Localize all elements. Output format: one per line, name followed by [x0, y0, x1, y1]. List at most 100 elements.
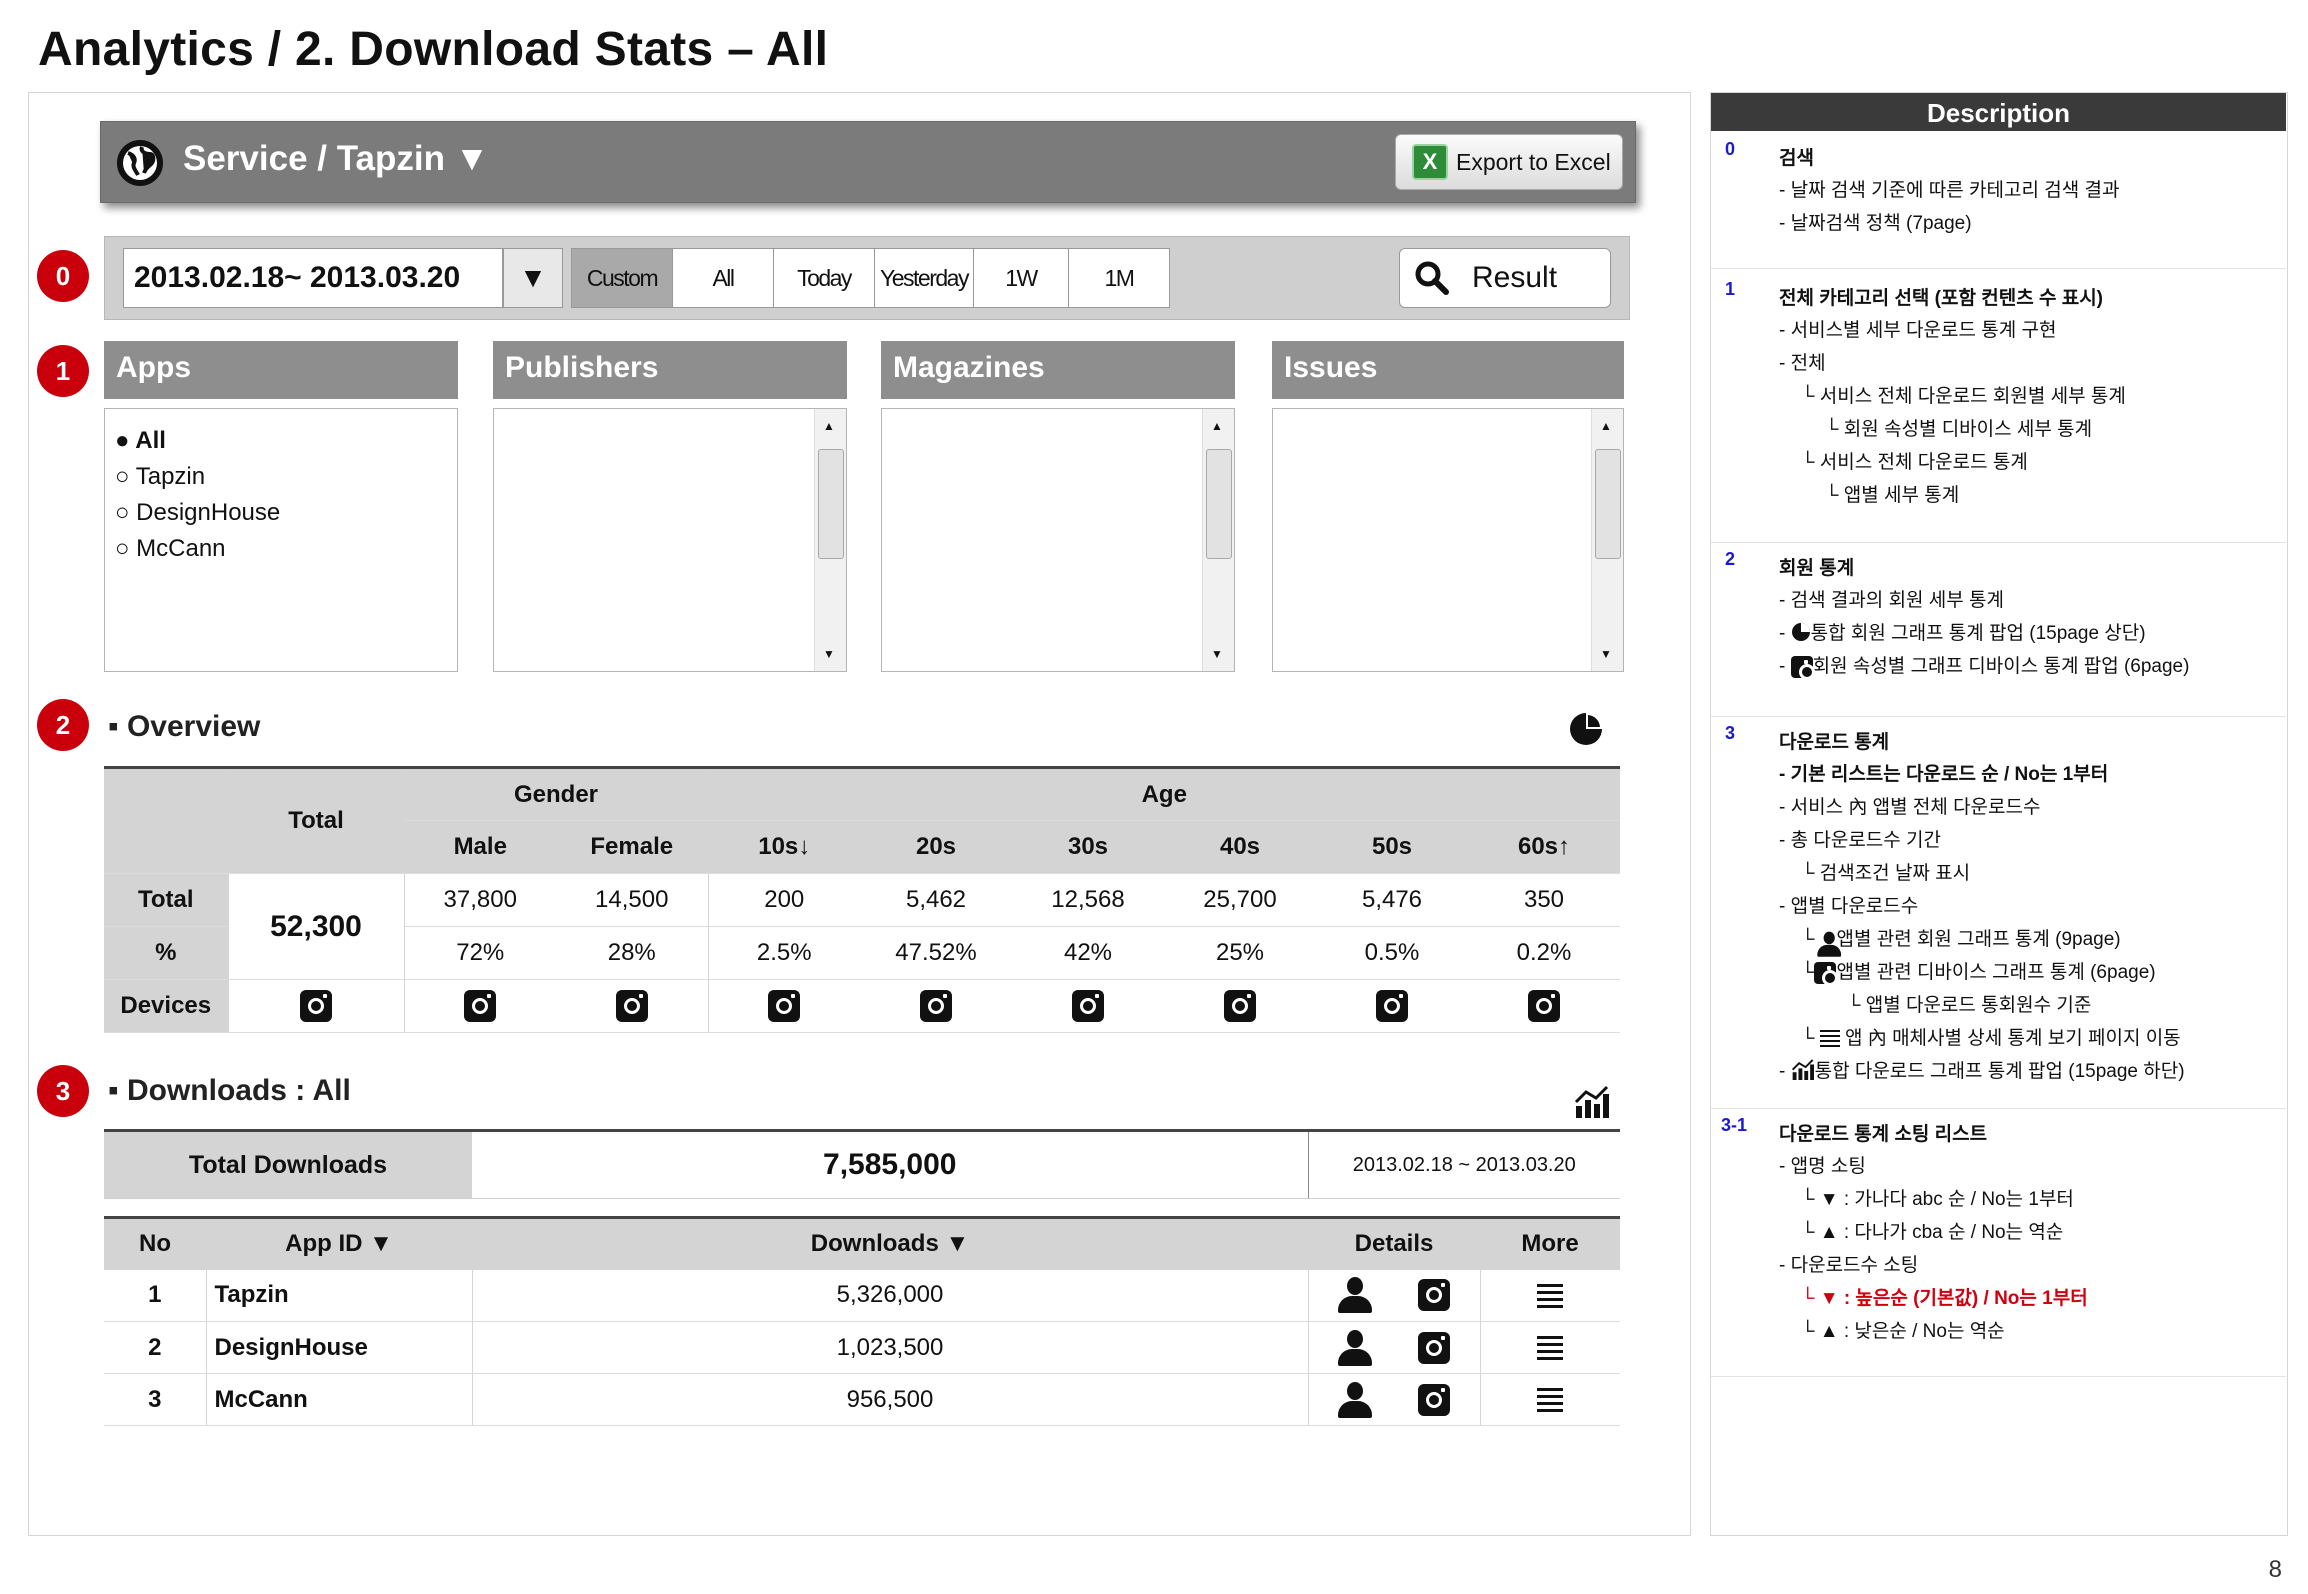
apps-option-tapzin[interactable]: ○ Tapzin	[105, 459, 457, 495]
header-20s[interactable]: 20s	[860, 820, 1012, 874]
camera-icon[interactable]	[1072, 990, 1104, 1022]
table-row: 2 DesignHouse 1,023,500	[104, 1321, 1620, 1374]
camera-icon[interactable]	[1376, 990, 1408, 1022]
desc-title: 다운로드 통계 소팅 리스트	[1779, 1124, 1988, 1145]
desc-line: - 앱별 다운로드수	[1779, 896, 1919, 917]
badge-3: 3	[37, 1065, 89, 1117]
search-icon	[1415, 261, 1449, 295]
header-30s[interactable]: 30s	[1012, 820, 1164, 874]
camera-icon[interactable]	[615, 990, 648, 1022]
desc-number: 3-1	[1721, 1115, 1748, 1135]
desc-number: 2	[1725, 549, 1736, 569]
header-60s[interactable]: 60s↑	[1468, 820, 1620, 874]
person-icon[interactable]	[1338, 1381, 1372, 1418]
date-range-input[interactable]: 2013.02.18~ 2013.03.20	[123, 248, 503, 308]
camera-icon[interactable]	[1418, 1279, 1450, 1312]
scroll-thumb[interactable]	[1595, 449, 1621, 559]
pct-40s: 25%	[1164, 926, 1316, 980]
magazines-scrollbar[interactable]: ▲ ▼	[1202, 409, 1234, 671]
apps-option-mccann[interactable]: ○ McCann	[105, 531, 457, 567]
range-custom[interactable]: Custom	[571, 248, 673, 308]
camera-icon[interactable]	[1528, 990, 1560, 1022]
issues-list: ▲ ▼	[1272, 408, 1624, 672]
desc-line: - 날짜 검색 기준에 따른 카테고리 검색 결과	[1779, 180, 2120, 201]
scroll-down-icon[interactable]: ▼	[823, 647, 835, 661]
desc-line: - 앱명 소팅	[1779, 1156, 1866, 1177]
desc-line: - 회원 속성별 그래프 디바이스 통계 팝업 (6page)	[1779, 655, 2190, 680]
total-30s: 12,568	[1012, 873, 1164, 927]
desc-section-0: 0 검색 - 날짜 검색 기준에 따른 카테고리 검색 결과 - 날짜검색 정책…	[1711, 139, 2286, 269]
camera-icon[interactable]	[1418, 1383, 1450, 1416]
row-app: McCann	[206, 1373, 473, 1426]
apps-panel-title: Apps	[104, 341, 458, 399]
description-title: Description	[1711, 93, 2286, 131]
row-no: 1	[104, 1269, 207, 1322]
range-all[interactable]: All	[672, 248, 774, 308]
excel-icon: X	[1412, 144, 1448, 180]
range-1m[interactable]: 1M	[1068, 248, 1170, 308]
header-50s[interactable]: 50s	[1316, 820, 1468, 874]
camera-icon[interactable]	[464, 990, 497, 1022]
row-label-percent: %	[104, 926, 229, 980]
row-downloads: 1,023,500	[472, 1321, 1309, 1374]
result-label: Result	[1472, 261, 1558, 294]
camera-icon[interactable]	[300, 990, 332, 1022]
badge-2: 2	[37, 699, 89, 751]
date-dropdown-button[interactable]: ▼	[503, 248, 563, 308]
desc-line: - 기본 리스트는 다운로드 순 / No는 1부터	[1779, 764, 2109, 785]
person-icon[interactable]	[1338, 1277, 1372, 1314]
camera-icon[interactable]	[1418, 1331, 1450, 1364]
range-today[interactable]: Today	[773, 248, 875, 308]
result-button[interactable]: Result	[1399, 248, 1611, 308]
range-1w[interactable]: 1W	[973, 248, 1069, 308]
menu-icon[interactable]	[1537, 1283, 1564, 1308]
header-10s[interactable]: 10s↓	[708, 820, 860, 874]
scroll-up-icon[interactable]: ▲	[1600, 419, 1612, 433]
scroll-thumb[interactable]	[1206, 449, 1232, 559]
camera-icon[interactable]	[1224, 990, 1256, 1022]
range-yesterday[interactable]: Yesterday	[874, 248, 974, 308]
row-no: 3	[104, 1373, 207, 1426]
scroll-up-icon[interactable]: ▲	[823, 419, 835, 433]
total-10s: 200	[708, 873, 860, 927]
service-selector[interactable]: Service / Tapzin ▼	[183, 139, 489, 179]
person-icon[interactable]	[1338, 1329, 1372, 1366]
publishers-scrollbar[interactable]: ▲ ▼	[814, 409, 846, 671]
desc-line: └ ▲ : 낮은순 / No는 역순	[1801, 1321, 2005, 1342]
camera-icon	[1814, 961, 1839, 986]
export-excel-button[interactable]: X Export to Excel	[1395, 134, 1623, 190]
total-male: 37,800	[404, 873, 556, 927]
pie-chart-icon[interactable]	[1568, 711, 1604, 747]
desc-line: - 전체	[1779, 353, 1826, 374]
magazines-panel-title: Magazines	[881, 341, 1235, 399]
scroll-thumb[interactable]	[818, 449, 844, 559]
desc-line-highlight: └ ▼ : 높은순 (기본값) / No는 1부터	[1801, 1288, 2088, 1309]
camera-icon[interactable]	[768, 990, 801, 1022]
scroll-up-icon[interactable]: ▲	[1211, 419, 1223, 433]
desc-line: - 다운로드수 소팅	[1779, 1255, 1919, 1276]
header-female[interactable]: Female	[556, 820, 709, 874]
col-downloads[interactable]: Downloads ▼	[472, 1217, 1308, 1270]
downloads-table: No App ID ▼ Downloads ▼ Details More 1 T…	[104, 1216, 1620, 1426]
line-chart-icon[interactable]	[1574, 1084, 1610, 1118]
issues-scrollbar[interactable]: ▲ ▼	[1591, 409, 1623, 671]
overview-corner	[104, 767, 229, 874]
desc-line: - 검색 결과의 회원 세부 통계	[1779, 590, 2005, 611]
desc-title: 검색	[1779, 148, 1814, 169]
globe-icon	[117, 140, 163, 186]
desc-section-1: 1 전체 카테고리 선택 (포함 컨텐츠 수 표시) - 서비스별 세부 다운로…	[1711, 279, 2286, 543]
desc-line: └ 앱별 세부 통계	[1825, 485, 1960, 506]
scroll-down-icon[interactable]: ▼	[1600, 647, 1612, 661]
menu-icon[interactable]	[1537, 1388, 1564, 1413]
scroll-down-icon[interactable]: ▼	[1211, 647, 1223, 661]
header-male[interactable]: Male	[404, 820, 556, 874]
page-number: 8	[2268, 1556, 2282, 1583]
header-40s[interactable]: 40s	[1164, 820, 1316, 874]
apps-option-all[interactable]: ● All	[105, 423, 457, 459]
total-50s: 5,476	[1316, 873, 1468, 927]
desc-text: 앱별 관련 디바이스 그래프 통계 (6page)	[1836, 962, 2156, 983]
menu-icon[interactable]	[1537, 1336, 1564, 1361]
col-app-id[interactable]: App ID ▼	[206, 1217, 472, 1270]
camera-icon[interactable]	[920, 990, 952, 1022]
apps-option-designhouse[interactable]: ○ DesignHouse	[105, 495, 457, 531]
